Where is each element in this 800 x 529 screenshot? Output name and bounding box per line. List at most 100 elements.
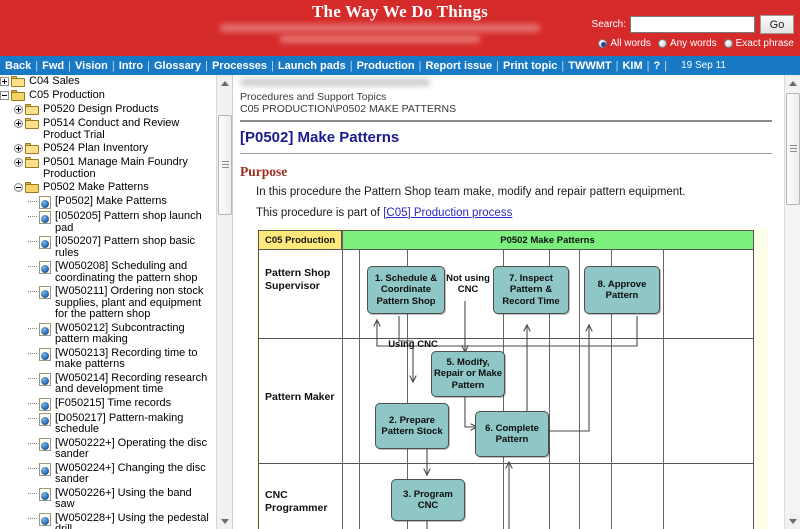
sidebar-item-doc-p0502[interactable]: [P0502] Make Patterns (0, 195, 215, 210)
folder-open-icon (11, 90, 26, 102)
tree-connector (28, 262, 37, 271)
expand-toggle-icon[interactable] (14, 105, 23, 114)
nav-item-back[interactable]: Back (5, 60, 31, 72)
document-icon (39, 397, 51, 411)
nav-item-vision[interactable]: Vision (75, 60, 108, 72)
document-icon (39, 322, 51, 336)
radio-exact-phrase-icon[interactable] (723, 39, 733, 48)
document-icon (39, 372, 51, 386)
sidebar-item-doc-w050228[interactable]: [W050228+] Using the pedestal drill (0, 512, 215, 529)
sidebar-item-label[interactable]: [W050226+] Using the band saw (55, 487, 215, 511)
nav-item-launch-pads[interactable]: Launch pads (278, 60, 346, 72)
sidebar-item-doc-w050213[interactable]: [W050213] Recording time to make pattern… (0, 347, 215, 372)
search-go-button[interactable]: Go (760, 15, 794, 34)
sidebar-item-label[interactable]: [W050228+] Using the pedestal drill (55, 512, 215, 529)
sidebar-item-label[interactable]: P0501 Manage Main Foundry Production (43, 156, 215, 180)
main-scrollbar[interactable] (784, 75, 800, 529)
sidebar-item-label[interactable]: P0520 Design Products (43, 103, 215, 116)
nav-item-intro[interactable]: Intro (119, 60, 143, 72)
nav-item-fwd[interactable]: Fwd (42, 60, 64, 72)
sidebar-item-doc-i050207[interactable]: [I050207] Pattern shop basic rules (0, 235, 215, 260)
document-icon (39, 487, 51, 501)
scroll-up-arrow-icon[interactable] (785, 75, 800, 91)
collapse-toggle-icon[interactable] (0, 91, 9, 100)
flow-node-2[interactable]: 2. Prepare Pattern Stock (375, 403, 449, 449)
radio-any-words[interactable]: Any words (657, 38, 717, 49)
sidebar-item-label[interactable]: C05 Production (29, 89, 215, 102)
sidebar-item-label[interactable]: [I050205] Pattern shop launch pad (55, 210, 215, 234)
flow-node-7[interactable]: 7. Inspect Pattern & Record Time (493, 266, 569, 314)
flow-node-1[interactable]: 1. Schedule & Coordinate Pattern Shop (367, 266, 445, 314)
search-input[interactable] (630, 16, 755, 33)
nav-item-kim[interactable]: KIM (622, 60, 642, 72)
sidebar-item-doc-d050217[interactable]: [D050217] Pattern-making schedule (0, 412, 215, 437)
sidebar-item-label[interactable]: [W050211] Ordering non stock supplies, p… (55, 285, 215, 321)
sidebar-item-p0524[interactable]: P0524 Plan Inventory (0, 142, 215, 156)
column-guide (663, 250, 664, 529)
sidebar-item-label[interactable]: P0514 Conduct and Review Product Trial (43, 117, 215, 141)
sidebar-item-doc-w050224[interactable]: [W050224+] Changing the disc sander (0, 462, 215, 487)
scroll-up-arrow-icon[interactable] (217, 75, 232, 91)
sidebar-item-doc-w050226[interactable]: [W050226+] Using the band saw (0, 487, 215, 512)
sidebar-item-doc-w050214[interactable]: [W050214] Recording research and develop… (0, 372, 215, 397)
collapse-toggle-icon[interactable] (14, 183, 23, 192)
sidebar-item-doc-w050222[interactable]: [W050222+] Operating the disc sander (0, 437, 215, 462)
radio-exact-phrase[interactable]: Exact phrase (723, 38, 794, 49)
sidebar-item-label[interactable]: C04 Sales (29, 75, 215, 88)
flow-node-6[interactable]: 6. Complete Pattern (475, 411, 549, 457)
production-process-link[interactable]: [C05] Production process (383, 207, 512, 219)
sidebar-item-label[interactable]: [W050214] Recording research and develop… (55, 372, 215, 396)
sidebar-item-p0502[interactable]: P0502 Make Patterns (0, 181, 215, 195)
expand-toggle-icon[interactable] (14, 119, 23, 128)
tree-connector (28, 374, 37, 383)
sidebar-item-c04-sales[interactable]: C04 Sales (0, 75, 215, 89)
sidebar-item-label[interactable]: [W050222+] Operating the disc sander (55, 437, 215, 461)
sidebar-item-label[interactable]: P0524 Plan Inventory (43, 142, 215, 155)
sidebar-item-label[interactable]: [W050224+] Changing the disc sander (55, 462, 215, 486)
sidebar-item-label[interactable]: [F050215] Time records (55, 397, 215, 410)
scroll-down-arrow-icon[interactable] (785, 513, 800, 529)
document-icon (39, 512, 51, 526)
nav-separator: | (664, 59, 668, 72)
sidebar-item-doc-w050211[interactable]: [W050211] Ordering non stock supplies, p… (0, 285, 215, 322)
sidebar-item-label[interactable]: [D050217] Pattern-making schedule (55, 412, 215, 436)
sidebar-item-label[interactable]: [I050207] Pattern shop basic rules (55, 235, 215, 259)
sidebar-item-p0501[interactable]: P0501 Manage Main Foundry Production (0, 156, 215, 181)
nav-item-production[interactable]: Production (357, 60, 415, 72)
radio-all-words[interactable]: All words (598, 38, 651, 49)
nav-item-twwmt[interactable]: TWWMT (568, 60, 611, 72)
expand-toggle-icon[interactable] (0, 77, 9, 86)
sidebar-item-doc-f050215[interactable]: [F050215] Time records (0, 397, 215, 412)
sidebar-item-label[interactable]: P0502 Make Patterns (43, 181, 215, 194)
sidebar-item-label[interactable]: [W050212] Subcontracting pattern making (55, 322, 215, 346)
sidebar-item-p0520[interactable]: P0520 Design Products (0, 103, 215, 117)
nav-item-report-issue[interactable]: Report issue (425, 60, 492, 72)
nav-item-help[interactable]: ? (654, 60, 661, 72)
expand-toggle-icon[interactable] (14, 158, 23, 167)
flow-node-5[interactable]: 5. Modify, Repair or Make Pattern (431, 351, 505, 397)
scrollbar-thumb[interactable] (218, 115, 232, 215)
radio-any-words-icon[interactable] (657, 39, 667, 48)
flow-node-3[interactable]: 3. Program CNC (391, 479, 465, 521)
nav-item-glossary[interactable]: Glossary (154, 60, 201, 72)
radio-all-words-icon[interactable] (598, 39, 608, 48)
scroll-down-arrow-icon[interactable] (217, 513, 232, 529)
tree-connector (28, 237, 37, 246)
scrollbar-thumb[interactable] (786, 93, 800, 205)
nav-item-processes[interactable]: Processes (212, 60, 267, 72)
nav-item-print-topic[interactable]: Print topic (503, 60, 557, 72)
sidebar-item-doc-i050205[interactable]: [I050205] Pattern shop launch pad (0, 210, 215, 235)
sidebar-item-doc-w050212[interactable]: [W050212] Subcontracting pattern making (0, 322, 215, 347)
lane-label-pattern-maker: Pattern Maker (265, 391, 335, 403)
expand-toggle-icon[interactable] (14, 144, 23, 153)
sidebar-item-label[interactable]: [P0502] Make Patterns (55, 195, 215, 208)
folder-open-icon (25, 182, 40, 194)
sidebar-scrollbar[interactable] (216, 75, 232, 529)
sidebar-item-label[interactable]: [W050213] Recording time to make pattern… (55, 347, 215, 371)
sidebar-item-label[interactable]: [W050208] Scheduling and coordinating th… (55, 260, 215, 284)
flowchart-title: P0502 Make Patterns (342, 231, 753, 250)
sidebar-item-p0514[interactable]: P0514 Conduct and Review Product Trial (0, 117, 215, 142)
sidebar-item-c05-production[interactable]: C05 Production (0, 89, 215, 103)
flow-node-8[interactable]: 8. Approve Pattern (584, 266, 660, 314)
sidebar-item-doc-w050208[interactable]: [W050208] Scheduling and coordinating th… (0, 260, 215, 285)
